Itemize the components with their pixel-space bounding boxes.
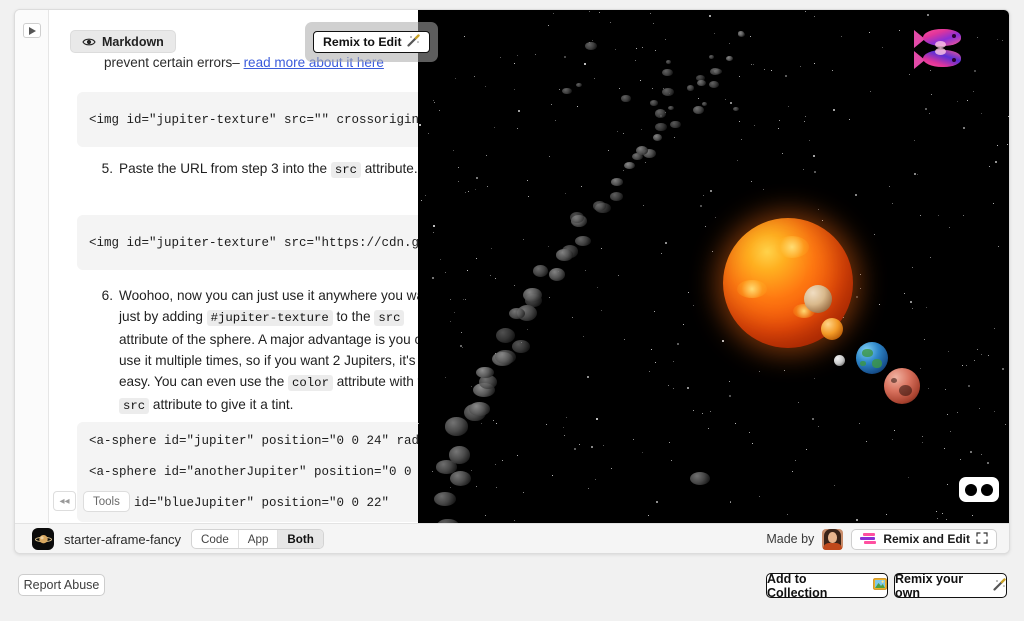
inline-code-src-3: src: [119, 398, 150, 414]
add-to-collection-label: Add to Collection: [767, 571, 828, 600]
view-mode-app[interactable]: App: [239, 530, 279, 548]
remix-and-edit-button[interactable]: Remix and Edit: [851, 528, 997, 550]
step-5-number: 5.: [101, 161, 113, 176]
remix-your-own-label: Remix your own: [895, 571, 964, 600]
code-line-another-jupiter: <a-sphere id="anotherJupiter" position="…: [89, 465, 427, 479]
markdown-toggle-button[interactable]: Markdown: [70, 30, 176, 53]
planet-earth: [856, 342, 888, 374]
inline-code-jupiter-texture: #jupiter-texture: [206, 310, 333, 326]
step-6-text: Woohoo, now you can just use it anywhere…: [119, 288, 430, 414]
magic-wand-icon-2: [993, 577, 1006, 594]
list-item-step-6: 6. Woohoo, now you can just use it anywh…: [91, 285, 430, 417]
remix-and-edit-label: Remix and Edit: [883, 532, 970, 546]
inline-code-src: src: [330, 162, 361, 178]
code-block-spheres[interactable]: <a-sphere id="jupiter" position="0 0 24"…: [77, 422, 430, 522]
eye-icon: [82, 37, 96, 47]
report-abuse-button[interactable]: Report Abuse: [18, 574, 105, 596]
add-to-collection-button[interactable]: Add to Collection: [766, 571, 888, 600]
editor-left-rail: [15, 10, 49, 523]
embed-footer-right: Made by Remix and Edit: [766, 528, 997, 550]
markdown-toggle-label: Markdown: [102, 34, 164, 49]
glitch-embed: prevent certain errors– read more about …: [14, 9, 1010, 554]
page-root: prevent certain errors– read more about …: [0, 0, 1024, 621]
view-mode-code[interactable]: Code: [192, 530, 239, 548]
expand-arrows-icon: [976, 531, 988, 547]
embed-footer: starter-aframe-fancy Code App Both Made …: [15, 523, 1009, 553]
code-block-img-empty-src[interactable]: <img id="jupiter-texture" src="" crossor…: [77, 92, 430, 147]
code-block-img-cdn-src[interactable]: <img id="jupiter-texture" src="https://c…: [77, 215, 430, 270]
vr-goggles-icon[interactable]: [959, 477, 999, 502]
list-item-step-5: 5. Paste the URL from step 3 into the sr…: [91, 158, 430, 181]
framed-picture-icon: [873, 578, 887, 593]
glitch-logo-icon: [860, 533, 877, 545]
saturn-planet-icon: [32, 528, 54, 550]
planet-moon: [834, 355, 845, 366]
aframe-3d-viewport[interactable]: [418, 10, 1009, 523]
inline-code-color: color: [288, 375, 333, 391]
user-avatar[interactable]: [822, 528, 844, 550]
step-5-text: Paste the URL from step 3 into the src a…: [119, 161, 418, 178]
step-6-number: 6.: [101, 288, 113, 303]
project-name[interactable]: starter-aframe-fancy: [64, 532, 181, 547]
remix-to-edit-label: Remix to Edit: [323, 35, 402, 49]
tools-button[interactable]: Tools: [83, 491, 130, 512]
page-bottom-bar: Report Abuse Add to Collection Remix you…: [0, 560, 1024, 621]
collapse-sidebar-button[interactable]: ◂◂: [53, 491, 76, 511]
view-mode-both[interactable]: Both: [278, 530, 323, 548]
magic-wand-icon: [406, 34, 420, 50]
remix-your-own-button[interactable]: Remix your own: [894, 571, 1007, 600]
made-by-label: Made by: [766, 532, 815, 546]
planet-mars: [884, 368, 920, 404]
markdown-readme-pane[interactable]: prevent certain errors– read more about …: [49, 10, 430, 523]
code-line-blue-jupiter: phere id="blueJupiter" position="0 0 22": [89, 496, 390, 510]
planet-mercury: [821, 318, 843, 340]
inline-code-src-2: src: [374, 310, 405, 326]
remix-to-edit-overlay: Remix to Edit: [305, 22, 438, 62]
view-mode-switcher[interactable]: Code App Both: [191, 529, 324, 549]
remix-to-edit-button[interactable]: Remix to Edit: [313, 31, 430, 53]
code-line-jupiter: <a-sphere id="jupiter" position="0 0 24"…: [89, 434, 427, 448]
play-icon[interactable]: [23, 23, 41, 38]
planet-venus: [804, 285, 832, 313]
paragraph-partial-text: prevent certain errors–: [104, 55, 244, 70]
markdown-scroll-region[interactable]: prevent certain errors– read more about …: [49, 10, 430, 523]
